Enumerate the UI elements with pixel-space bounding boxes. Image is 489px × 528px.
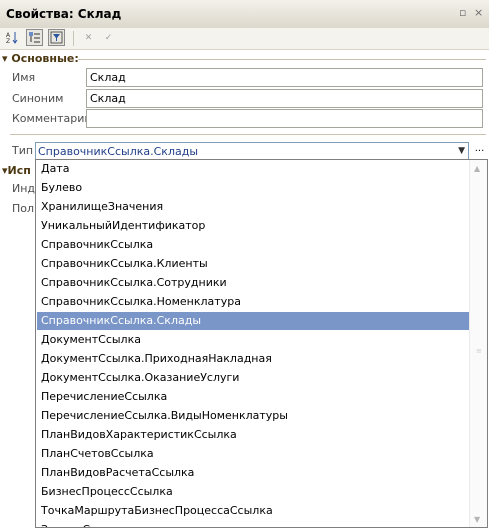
dropdown-item[interactable]: ПланВидовХарактеристикСсылка (37, 426, 470, 444)
scroll-thumb-grip-icon[interactable]: ≡ (476, 347, 482, 355)
dropdown-item[interactable]: ПеречислениеСсылка (37, 388, 470, 406)
section-divider (10, 134, 486, 135)
dropdown-item[interactable]: СправочникСсылка.Склады (37, 312, 470, 330)
group-basic[interactable]: ▾ Основные: (2, 52, 79, 65)
dropdown-item[interactable]: ДокументСсылка.ПриходнаяНакладная (37, 350, 470, 368)
confirm-icon[interactable]: ✓ (100, 29, 117, 46)
window-title: Свойства: Склад (6, 7, 122, 21)
collapse-triangle-icon: ▾ (2, 52, 8, 65)
dropdown-item[interactable]: СправочникСсылка.Номенклатура (37, 293, 470, 311)
sort-az-icon[interactable]: A Z (4, 29, 21, 46)
dropdown-scrollbar[interactable]: ▲ ≡ ▼ (469, 160, 487, 527)
dropdown-item[interactable]: ПланВидовРасчетаСсылка (37, 464, 470, 482)
toolbar: A Z ✕ ✓ (0, 28, 489, 50)
dropdown-item[interactable]: Булево (37, 179, 470, 197)
dropdown-item[interactable]: ЗадачаСсылка (37, 521, 470, 527)
name-label: Имя (12, 71, 36, 84)
scroll-down-icon[interactable]: ▼ (474, 515, 480, 524)
dropdown-item[interactable]: ДокументСсылка (37, 331, 470, 349)
synonym-label: Синоним (12, 92, 64, 105)
group-divider (78, 59, 486, 60)
svg-text:Z: Z (6, 38, 10, 44)
dropdown-item[interactable]: БизнесПроцессСсылка (37, 483, 470, 501)
type-select-button[interactable]: ... (471, 142, 488, 160)
dropdown-item[interactable]: Дата (37, 160, 470, 178)
group-basic-label: Основные: (11, 52, 79, 65)
scroll-up-icon[interactable]: ▲ (474, 164, 480, 173)
comment-label: Комментарий (12, 112, 92, 125)
delete-icon[interactable]: ✕ (80, 29, 97, 46)
type-combobox[interactable]: СправочникСсылка.Склады ▼ (35, 142, 469, 160)
toolbar-separator (73, 31, 74, 46)
type-combobox-value: СправочникСсылка.Склады (38, 145, 199, 158)
categories-icon[interactable] (26, 29, 43, 46)
group-usage-label[interactable]: ▾Исп (2, 164, 31, 177)
dropdown-item[interactable]: ХранилищеЗначения (37, 198, 470, 216)
name-field[interactable]: Склад (86, 68, 483, 87)
dropdown-item[interactable]: УникальныйИдентификатор (37, 217, 470, 235)
pin-icon[interactable]: ▫ (459, 6, 466, 19)
dropdown-item[interactable]: ПланСчетовСсылка (37, 445, 470, 463)
close-icon[interactable]: × (474, 6, 483, 19)
dropdown-item[interactable]: СправочникСсылка (37, 236, 470, 254)
synonym-field[interactable]: Склад (86, 89, 483, 108)
comment-field[interactable] (86, 109, 483, 128)
filter-icon[interactable] (48, 29, 65, 46)
title-bar: Свойства: Склад ▫ × (0, 0, 489, 29)
type-dropdown-list: Дата Булево ХранилищеЗначения УникальныйИде… (35, 159, 488, 528)
dropdown-item[interactable]: ПеречислениеСсылка.ВидыНоменклатуры (37, 407, 470, 425)
dropdown-item[interactable]: СправочникСсылка.Клиенты (37, 255, 470, 273)
dropdown-item[interactable]: ТочкаМаршрутаБизнесПроцессаСсылка (37, 502, 470, 520)
type-label: Тип (12, 144, 34, 157)
dropdown-arrow-icon[interactable]: ▼ (458, 146, 465, 156)
dropdown-item[interactable]: СправочникСсылка.Сотрудники (37, 274, 470, 292)
dropdown-item[interactable]: ДокументСсылка.ОказаниеУслуги (37, 369, 470, 387)
